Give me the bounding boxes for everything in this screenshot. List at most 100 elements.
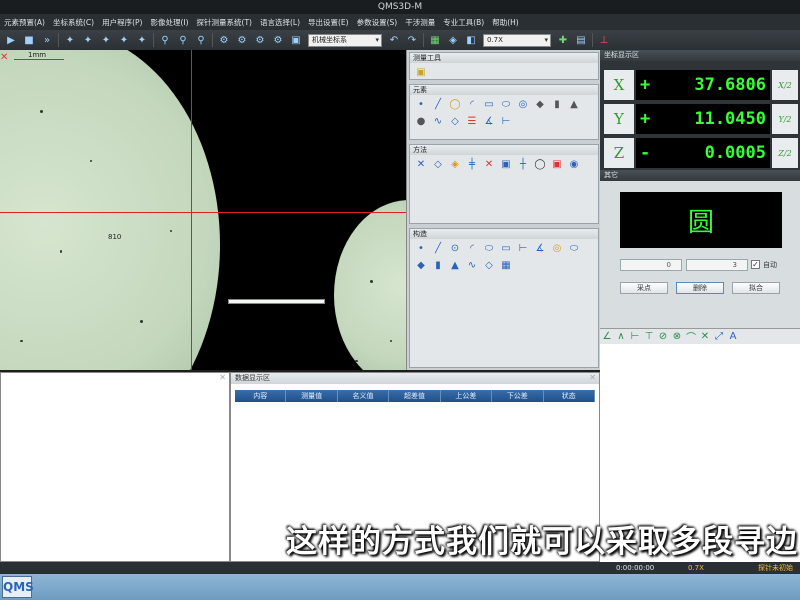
- coord-translate-icon[interactable]: ⚙: [253, 33, 267, 47]
- redo-icon[interactable]: ↷: [405, 33, 419, 47]
- tool-select-icon[interactable]: ▣: [414, 65, 428, 79]
- coord-system-select[interactable]: 机械坐标系 ▾: [308, 33, 382, 47]
- construct-table-icon[interactable]: ▦: [499, 258, 513, 272]
- menu-export[interactable]: 导出设置(E): [304, 17, 353, 28]
- construct-angle-icon[interactable]: ∡: [533, 241, 547, 255]
- ellipse-icon[interactable]: ⬭: [499, 97, 513, 111]
- cad-width-icon[interactable]: ⊢: [628, 330, 642, 344]
- menu-elements-preset[interactable]: 元素预置(A): [0, 17, 49, 28]
- camera-viewport[interactable]: ✕ 1mm 810: [0, 50, 406, 370]
- axis-z-button[interactable]: Z: [604, 138, 634, 168]
- construct-sphere-icon[interactable]: ◇: [482, 258, 496, 272]
- col-status[interactable]: 状态: [544, 390, 595, 402]
- delete-button[interactable]: 删除: [676, 282, 724, 294]
- cad-angle-icon[interactable]: ∧: [614, 330, 628, 344]
- construct-slot-icon[interactable]: ⬭: [567, 241, 581, 255]
- construct-line-icon[interactable]: ╱: [431, 241, 445, 255]
- slot-icon[interactable]: ◇: [448, 114, 462, 128]
- method-circle-icon[interactable]: ◯: [533, 157, 547, 171]
- line-icon[interactable]: ╱: [431, 97, 445, 111]
- construct-rect-icon[interactable]: ▭: [499, 241, 513, 255]
- sample-button[interactable]: 采点: [620, 282, 668, 294]
- coord-origin-icon[interactable]: ⚙: [217, 33, 231, 47]
- method-box-icon[interactable]: ▣: [499, 157, 513, 171]
- probe-plane-icon[interactable]: ✦: [117, 33, 131, 47]
- cone-icon[interactable]: ◆: [533, 97, 547, 111]
- half-x-button[interactable]: X/2: [772, 70, 798, 100]
- zoom-select[interactable]: 0.7X ▾: [483, 33, 551, 47]
- menu-user-program[interactable]: 用户程序(P): [98, 17, 146, 28]
- rectangle-icon[interactable]: ▭: [482, 97, 496, 111]
- method-target-icon[interactable]: ▣: [550, 157, 564, 171]
- half-z-button[interactable]: Z/2: [772, 138, 798, 168]
- coord-reset-icon[interactable]: ⚙: [271, 33, 285, 47]
- method-auto-edge-icon[interactable]: ◈: [448, 157, 462, 171]
- construct-cone-icon[interactable]: ▲: [448, 258, 462, 272]
- save-icon[interactable]: ▣: [289, 33, 303, 47]
- menu-probe-system[interactable]: 探针测量系统(T): [193, 17, 256, 28]
- ring-icon[interactable]: ◎: [516, 97, 530, 111]
- construct-point-icon[interactable]: •: [414, 241, 428, 255]
- lens-icon[interactable]: ◈: [446, 33, 460, 47]
- cylinder-icon[interactable]: ▮: [550, 97, 564, 111]
- coord-rotate-icon[interactable]: ⚙: [235, 33, 249, 47]
- method-ring-icon[interactable]: ◉: [567, 157, 581, 171]
- probe-line-icon[interactable]: ✦: [81, 33, 95, 47]
- arc-icon[interactable]: ◜: [465, 97, 479, 111]
- method-focus-icon[interactable]: ╪: [465, 157, 479, 171]
- construct-plane-icon[interactable]: ◆: [414, 258, 428, 272]
- taskbar-app-button[interactable]: QMS: [2, 576, 34, 598]
- method-plus-icon[interactable]: ┼: [516, 157, 530, 171]
- method-point-icon[interactable]: ✕: [414, 157, 428, 171]
- menu-help[interactable]: 帮助(H): [488, 17, 523, 28]
- align-x-icon[interactable]: ⚲: [158, 33, 172, 47]
- cad-arc-icon[interactable]: ⌒: [684, 330, 698, 344]
- menu-image-processing[interactable]: 影像处理(I): [146, 17, 192, 28]
- curve-icon[interactable]: ∿: [431, 114, 445, 128]
- construct-ring-icon[interactable]: ◎: [550, 241, 564, 255]
- cad-line-icon[interactable]: ∠: [600, 330, 614, 344]
- axis-icon[interactable]: ⊥: [597, 33, 611, 47]
- circle-icon[interactable]: ◯: [448, 97, 462, 111]
- fit-count-stepper[interactable]: 3: [686, 259, 748, 271]
- calibrate-icon[interactable]: ✚: [556, 33, 570, 47]
- fast-forward-icon[interactable]: »: [40, 33, 54, 47]
- lighting-icon[interactable]: ◧: [464, 33, 478, 47]
- align-z-icon[interactable]: ⚲: [194, 33, 208, 47]
- construct-arc-icon[interactable]: ◜: [465, 241, 479, 255]
- image-capture-icon[interactable]: ▦: [428, 33, 442, 47]
- close-icon[interactable]: ✕: [0, 52, 8, 63]
- construct-cylinder-icon[interactable]: ▮: [431, 258, 445, 272]
- fit-button[interactable]: 拟合: [732, 282, 780, 294]
- sphere-icon[interactable]: ●: [414, 114, 428, 128]
- cad-diameter-icon[interactable]: ⊘: [656, 330, 670, 344]
- point-icon[interactable]: •: [414, 97, 428, 111]
- cad-fit-icon[interactable]: ⤢: [712, 330, 726, 344]
- triangle-icon[interactable]: ▲: [567, 97, 581, 111]
- stop-icon[interactable]: ■: [22, 33, 36, 47]
- width-icon[interactable]: ⊢: [499, 114, 513, 128]
- menu-parameters[interactable]: 参数设置(S): [353, 17, 402, 28]
- col-lower-tol[interactable]: 下公差: [492, 390, 544, 402]
- construct-distance-icon[interactable]: ⊢: [516, 241, 530, 255]
- col-nominal[interactable]: 名义值: [338, 390, 390, 402]
- col-upper-tol[interactable]: 上公差: [441, 390, 493, 402]
- cad-cross-icon[interactable]: ✕: [698, 330, 712, 344]
- col-content[interactable]: 内容: [235, 390, 287, 402]
- close-icon[interactable]: ✕: [219, 373, 226, 382]
- menu-pro-tools[interactable]: 专业工具(B): [439, 17, 488, 28]
- grid-icon[interactable]: ▤: [574, 33, 588, 47]
- construct-circle-icon[interactable]: ⊙: [448, 241, 462, 255]
- menu-language[interactable]: 语言选择(L): [256, 17, 304, 28]
- probe-circle-icon[interactable]: ✦: [99, 33, 113, 47]
- auto-checkbox[interactable]: ✓: [751, 260, 760, 269]
- cad-radius-icon[interactable]: ⊗: [670, 330, 684, 344]
- method-cross-icon[interactable]: ✕: [482, 157, 496, 171]
- col-measured[interactable]: 测量值: [286, 390, 338, 402]
- close-icon[interactable]: ✕: [589, 373, 596, 382]
- play-icon[interactable]: ▶: [4, 33, 18, 47]
- col-deviation[interactable]: 超差值: [389, 390, 441, 402]
- construct-curve-icon[interactable]: ∿: [465, 258, 479, 272]
- cad-height-icon[interactable]: ⊤: [642, 330, 656, 344]
- cad-text-icon[interactable]: A: [726, 330, 740, 344]
